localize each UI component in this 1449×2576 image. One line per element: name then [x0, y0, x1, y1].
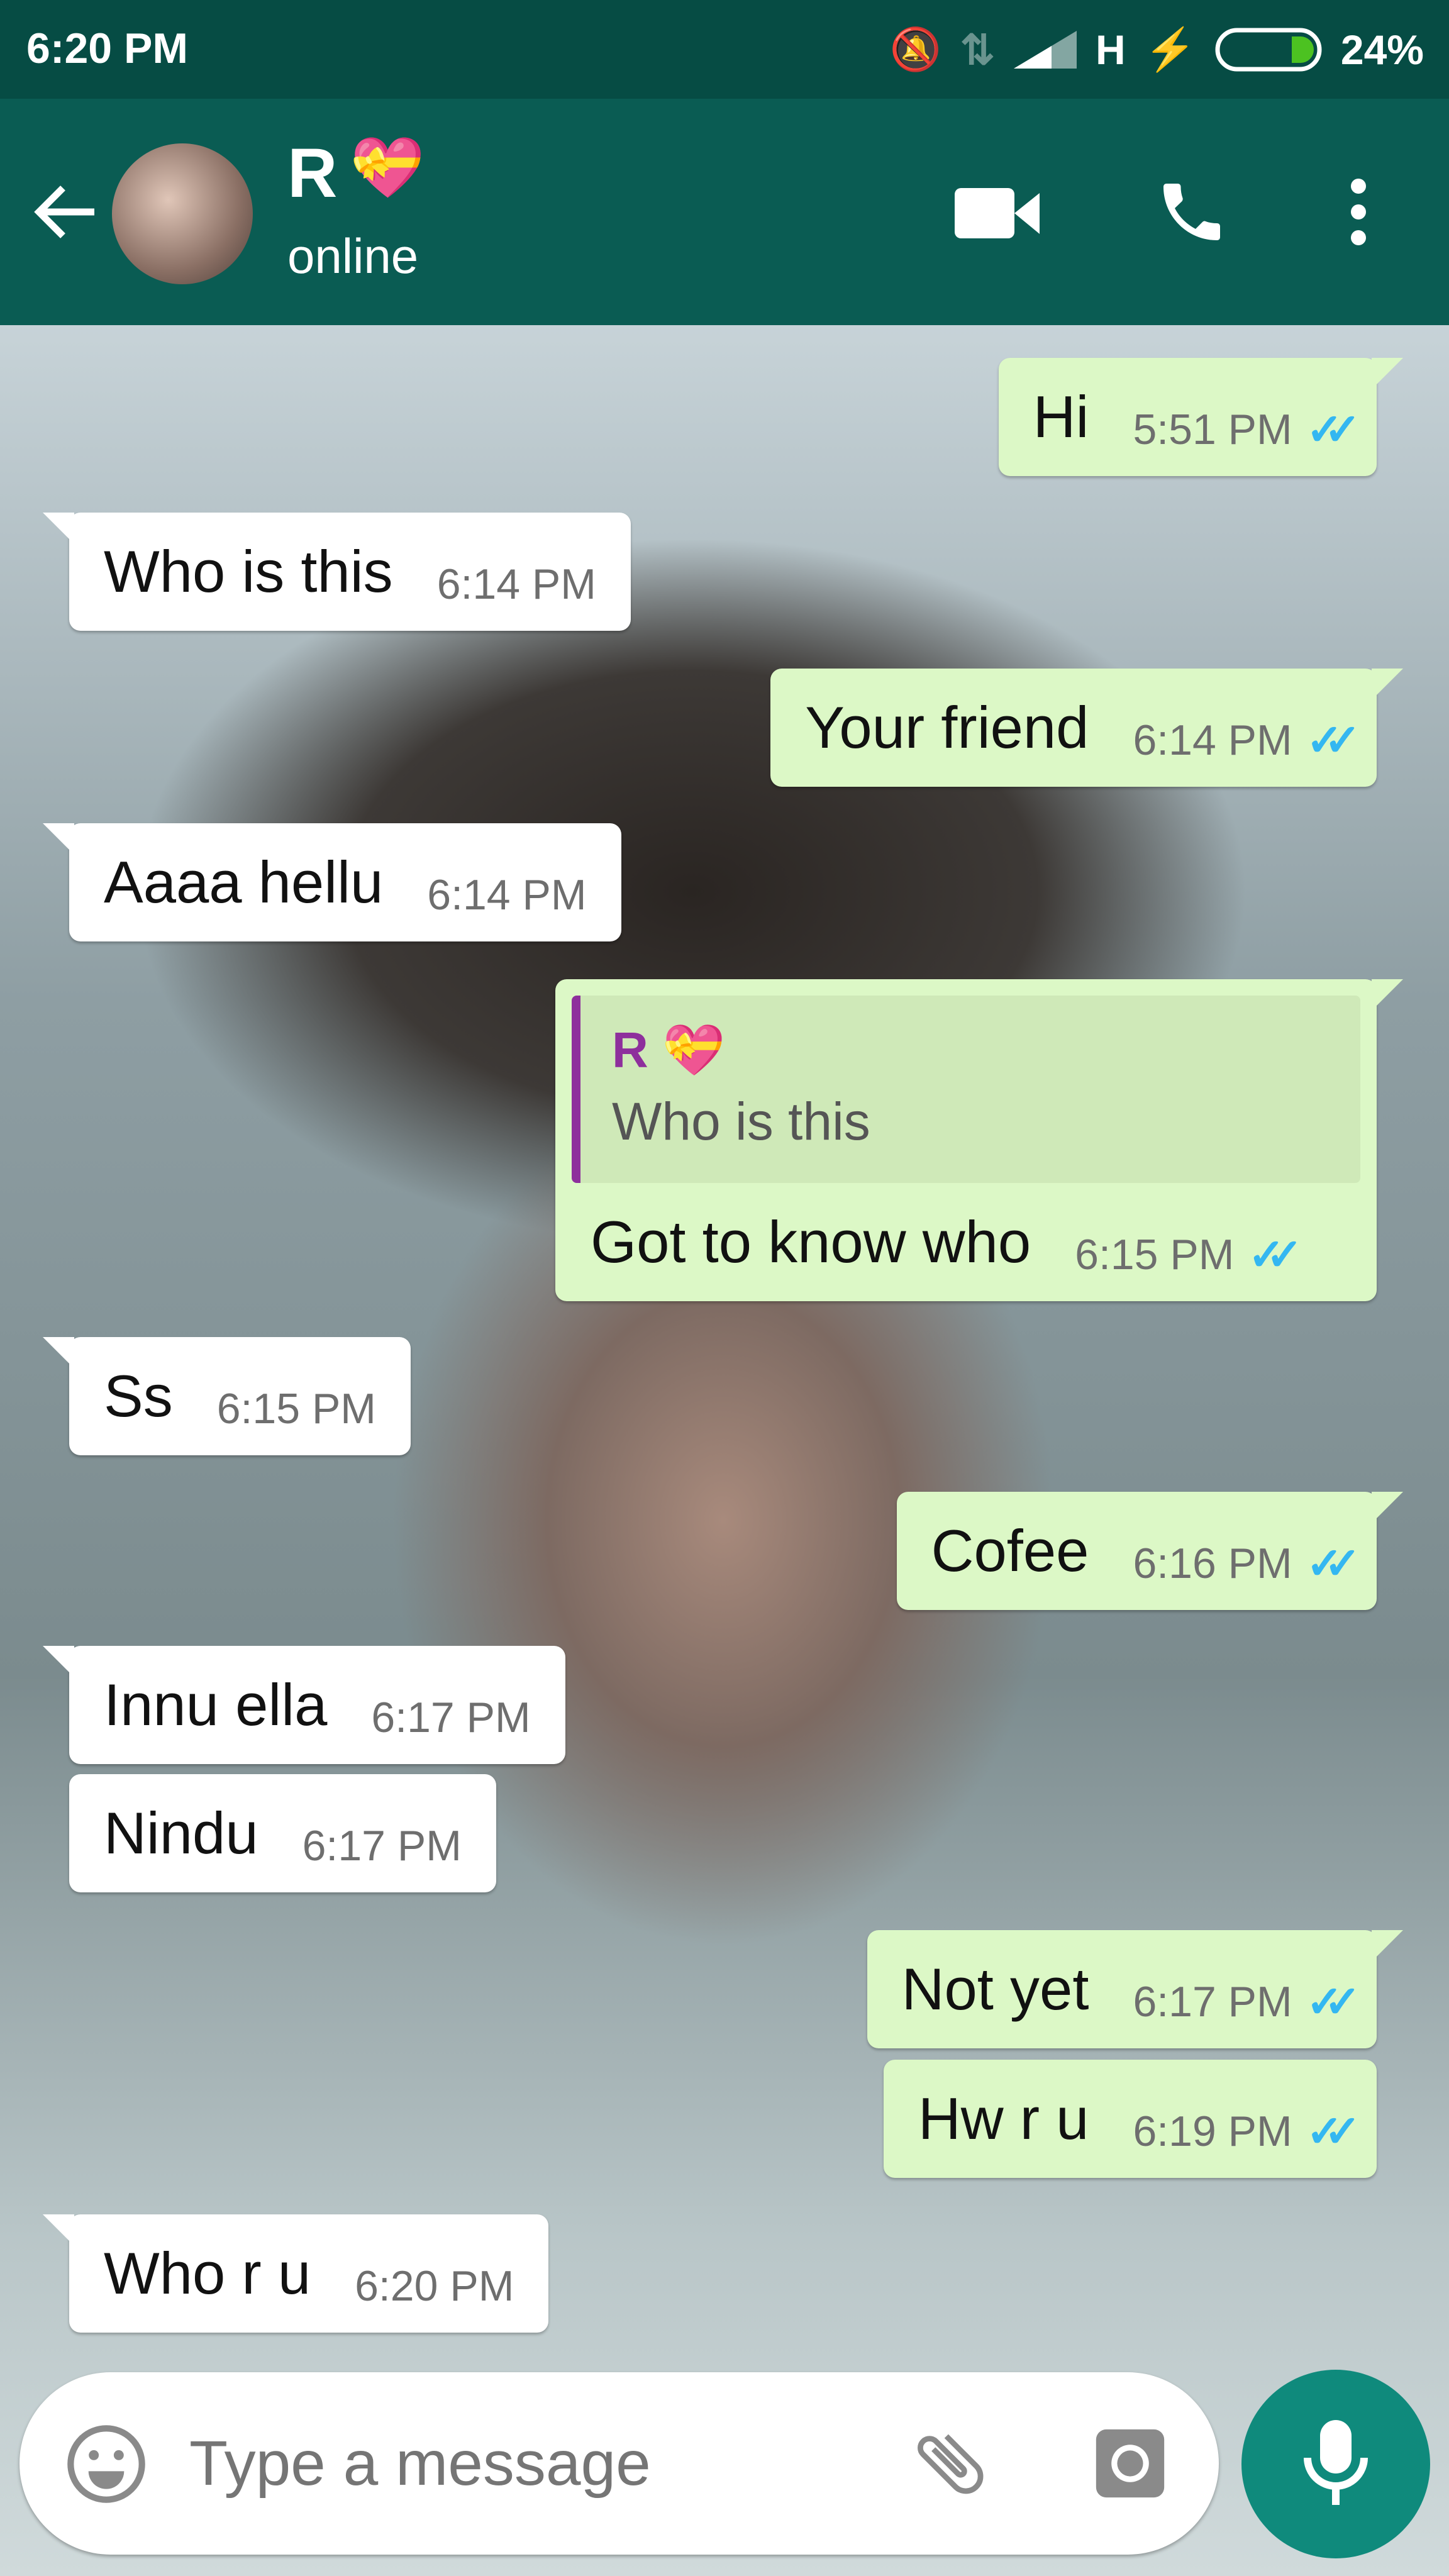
status-bar: 6:20 PM 🔕 ⇅ H ⚡ 24% — [0, 0, 1449, 99]
mute-vibrate-icon: 🔕 — [889, 26, 941, 72]
message-time: 6:14 PM — [1133, 716, 1292, 764]
camera-icon[interactable] — [1089, 2423, 1172, 2504]
message-text: Nindu — [104, 1800, 258, 1866]
heart-ribbon-emoji: 💝 — [662, 1022, 725, 1078]
back-arrow-icon[interactable] — [31, 180, 101, 243]
message-time: 6:17 PM — [1133, 1978, 1292, 2026]
read-ticks-icon: ✓✓ — [1306, 716, 1361, 765]
message-outgoing[interactable]: Hw r u 6:19 PM ✓✓ — [883, 2060, 1377, 2178]
message-text: Hw r u — [918, 2085, 1089, 2151]
quoted-message[interactable]: R 💝 Who is this — [572, 996, 1360, 1183]
message-time: 6:14 PM — [436, 560, 596, 608]
contact-name[interactable]: R 💝 — [287, 133, 425, 213]
message-text: Got to know who — [591, 1209, 1031, 1275]
data-activity-icon: ⇅ — [960, 26, 996, 73]
message-incoming[interactable]: Who r u 6:20 PM — [42, 2214, 549, 2333]
more-options-icon[interactable] — [1346, 177, 1371, 247]
message-text: Who r u — [104, 2240, 311, 2306]
status-time: 6:20 PM — [26, 25, 188, 72]
message-incoming[interactable]: Ss 6:15 PM — [43, 1337, 411, 1455]
message-time: 6:15 PM — [1075, 1231, 1235, 1279]
microphone-icon — [1304, 2420, 1368, 2505]
heart-ribbon-emoji: 💝 — [350, 135, 425, 201]
presence-status: online — [287, 228, 419, 284]
read-ticks-icon: ✓✓ — [1306, 1977, 1361, 2026]
message-input[interactable] — [189, 2416, 881, 2511]
charging-icon: ⚡ — [1144, 26, 1196, 72]
message-time: 6:20 PM — [355, 2262, 514, 2310]
read-ticks-icon: ✓✓ — [1306, 1539, 1361, 1588]
avatar[interactable] — [112, 143, 253, 284]
message-text: Innu ella — [104, 1672, 328, 1738]
message-outgoing-reply[interactable]: R 💝 Who is this Got to know who 6:15 PM ✓✓ — [555, 979, 1403, 1301]
message-incoming[interactable]: Innu ella 6:17 PM — [43, 1646, 565, 1764]
message-time: 5:51 PM — [1133, 406, 1292, 453]
phone-call-icon[interactable] — [1154, 174, 1230, 250]
message-time: 6:17 PM — [371, 1694, 531, 1741]
read-ticks-icon: ✓✓ — [1306, 405, 1361, 454]
battery-icon — [1215, 28, 1322, 72]
message-outgoing[interactable]: Your friend 6:14 PM ✓✓ — [770, 669, 1403, 787]
voice-record-button[interactable] — [1241, 2370, 1430, 2558]
signal-icon — [1014, 31, 1077, 69]
quoted-text: Who is this — [612, 1092, 870, 1151]
message-incoming[interactable]: Who is this 6:14 PM — [43, 513, 631, 631]
message-text: Hi — [1033, 384, 1089, 450]
message-text: Who is this — [104, 538, 393, 604]
attach-paperclip-icon[interactable] — [906, 2419, 994, 2507]
read-ticks-icon: ✓✓ — [1248, 1230, 1302, 1279]
contact-name-text: R — [287, 135, 338, 212]
message-time: 6:17 PM — [302, 1822, 462, 1870]
message-outgoing[interactable]: Not yet 6:17 PM ✓✓ — [867, 1930, 1404, 2048]
message-time: 6:15 PM — [216, 1385, 376, 1433]
message-outgoing[interactable]: Cofee 6:16 PM ✓✓ — [896, 1492, 1404, 1610]
emoji-icon[interactable] — [64, 2421, 149, 2507]
network-type: H — [1096, 26, 1126, 73]
message-text: Ss — [104, 1363, 173, 1429]
chat-header: R 💝 online — [0, 99, 1449, 325]
message-time: 6:14 PM — [427, 871, 587, 919]
quoted-sender: R — [612, 1022, 648, 1078]
message-text: Cofee — [931, 1518, 1089, 1584]
message-time: 6:16 PM — [1133, 1540, 1292, 1587]
message-text: Not yet — [901, 1956, 1089, 2022]
composer-bar — [19, 2372, 1219, 2555]
message-incoming[interactable]: Aaaa hellu 6:14 PM — [43, 823, 621, 941]
message-text: Aaaa hellu — [104, 849, 384, 915]
video-call-icon[interactable] — [955, 187, 1040, 240]
battery-percent: 24% — [1340, 26, 1424, 73]
message-outgoing[interactable]: Hi 5:51 PM ✓✓ — [998, 358, 1404, 476]
message-text: Your friend — [805, 694, 1089, 760]
message-incoming[interactable]: Nindu 6:17 PM — [69, 1774, 496, 1892]
read-ticks-icon: ✓✓ — [1306, 2107, 1361, 2156]
message-time: 6:19 PM — [1133, 2107, 1292, 2155]
